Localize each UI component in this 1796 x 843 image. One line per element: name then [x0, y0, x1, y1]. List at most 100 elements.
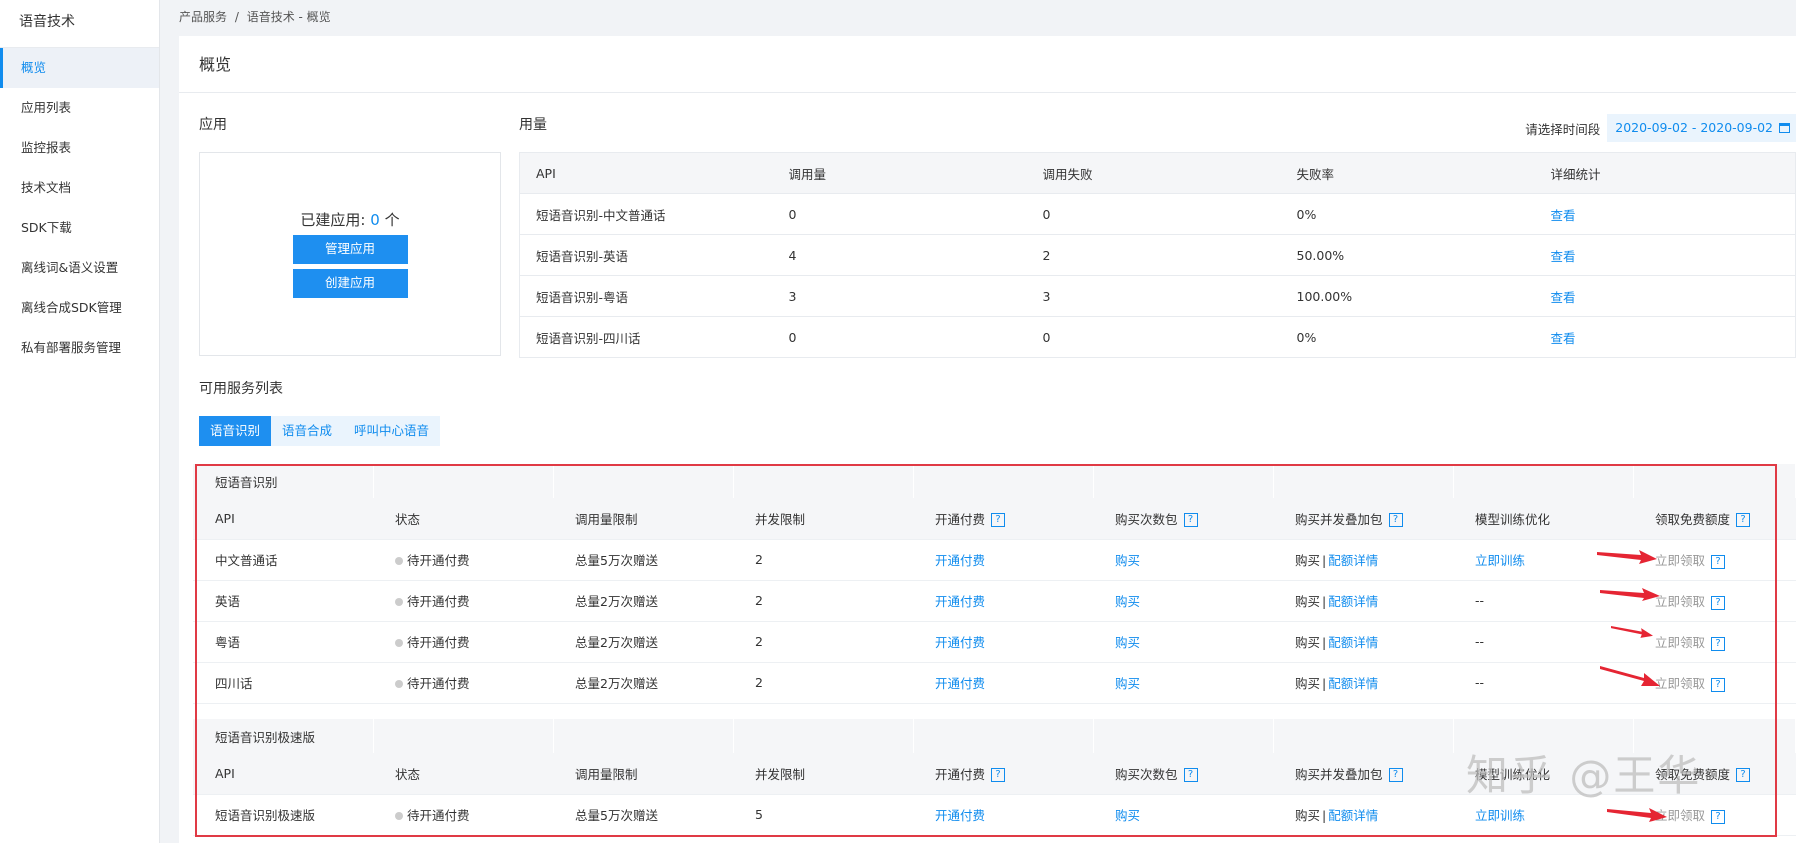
view-detail-link[interactable]: 查看: [1551, 290, 1576, 305]
help-icon[interactable]: ?: [991, 513, 1006, 528]
svc-col-train: 模型训练优化: [1453, 498, 1633, 540]
service-header-row: API 状态 调用量限制 并发限制 开通付费? 购买次数包? 购买并发叠加包? …: [193, 753, 1796, 795]
view-detail-link[interactable]: 查看: [1551, 331, 1576, 346]
svc-limit: 总量2万次赠送: [553, 662, 733, 704]
help-icon[interactable]: ?: [1388, 513, 1403, 528]
enable-payment-link[interactable]: 开通付费: [935, 553, 985, 568]
enable-payment-link[interactable]: 开通付费: [935, 635, 985, 650]
sidebar: 语音技术 概览 应用列表 监控报表 技术文档 SDK下载 离线词&语义设置 离线…: [0, 0, 160, 843]
quota-detail-link[interactable]: 配额详情: [1328, 808, 1378, 823]
help-icon[interactable]: ?: [1711, 636, 1726, 651]
sidebar-item-tech-docs[interactable]: 技术文档: [0, 168, 159, 208]
buy-concurrency-link[interactable]: 购买: [1295, 553, 1320, 568]
enable-payment-link[interactable]: 开通付费: [935, 808, 985, 823]
quota-detail-link[interactable]: 配额详情: [1328, 635, 1378, 650]
svc-col-pay: 开通付费: [935, 511, 986, 527]
sidebar-item-private-deploy[interactable]: 私有部署服务管理: [0, 328, 159, 368]
manage-app-button[interactable]: 管理应用: [292, 235, 408, 264]
date-range-input[interactable]: 2020-09-02 - 2020-09-02: [1607, 114, 1796, 142]
svc-limit: 总量5万次赠送: [553, 794, 733, 836]
claim-now-link[interactable]: 立即领取: [1655, 676, 1705, 691]
sidebar-item-offline-words[interactable]: 离线词&语义设置: [0, 248, 159, 288]
claim-now-link[interactable]: 立即领取: [1655, 553, 1705, 568]
buy-pack-link[interactable]: 购买: [1115, 594, 1140, 609]
svc-status: 待开通付费: [407, 594, 470, 609]
service-group-title: 短语音识别: [193, 464, 374, 498]
svc-col-buy-concurrency: 购买并发叠加包: [1295, 766, 1383, 782]
red-arrow-icon: [1607, 808, 1667, 822]
app-count: 已建应用: 0 个: [200, 209, 500, 230]
tab-speech-recognition[interactable]: 语音识别: [199, 416, 272, 446]
svc-concurrency: 2: [733, 621, 913, 663]
buy-concurrency-link[interactable]: 购买: [1295, 808, 1320, 823]
buy-pack-link[interactable]: 购买: [1115, 553, 1140, 568]
create-app-button[interactable]: 创建应用: [292, 269, 408, 298]
status-dot-icon: [395, 598, 403, 606]
help-icon[interactable]: ?: [1388, 768, 1403, 783]
buy-concurrency-link[interactable]: 购买: [1295, 676, 1320, 691]
service-table-wrapper: 短语音识别 API 状态 调用量限制 并发限制 开通付费? 购买次数包? 购买并…: [193, 464, 1796, 843]
enable-payment-link[interactable]: 开通付费: [935, 676, 985, 691]
service-tabs: 语音识别 语音合成 呼叫中心语音: [199, 416, 441, 446]
help-icon[interactable]: ?: [1711, 554, 1726, 569]
table-row: 英语 待开通付费 总量2万次赠送 2 开通付费 购买 购买 | 配额详情 -- 立即…: [193, 580, 1796, 622]
app-count-prefix: 已建应用:: [300, 211, 371, 229]
help-icon[interactable]: ?: [1183, 768, 1198, 783]
buy-concurrency-link[interactable]: 购买: [1295, 635, 1320, 650]
breadcrumb-parent[interactable]: 产品服务: [179, 10, 227, 24]
breadcrumb-separator: /: [234, 10, 239, 24]
claim-now-link[interactable]: 立即领取: [1655, 594, 1705, 609]
help-icon[interactable]: ?: [1736, 513, 1751, 528]
status-dot-icon: [395, 680, 403, 688]
services-section-label: 可用服务列表: [199, 381, 283, 397]
tab-speech-synthesis[interactable]: 语音合成: [271, 416, 344, 446]
usage-rate: 100.00%: [1280, 275, 1535, 317]
svc-col-concurrency: 并发限制: [733, 498, 913, 540]
usage-table: API 调用量 调用失败 失败率 详细统计 短语音识别-中文普通话 0 0 0%…: [519, 152, 1796, 358]
service-group-header: 短语音识别极速版: [193, 719, 1796, 753]
sidebar-item-offline-tts-sdk[interactable]: 离线合成SDK管理: [0, 288, 159, 328]
usage-fails: 0: [1026, 193, 1281, 235]
help-icon[interactable]: ?: [1711, 595, 1726, 610]
sidebar-item-overview[interactable]: 概览: [0, 48, 159, 88]
svc-col-buy-pack: 购买次数包: [1115, 766, 1178, 782]
train-now-link[interactable]: 立即训练: [1475, 553, 1525, 568]
svc-api: 短语音识别极速版: [193, 794, 373, 836]
quota-detail-link[interactable]: 配额详情: [1328, 594, 1378, 609]
view-detail-link[interactable]: 查看: [1551, 208, 1576, 223]
buy-pack-link[interactable]: 购买: [1115, 635, 1140, 650]
table-row: 中文普通话 待开通付费 总量5万次赠送 2 开通付费 购买 购买 | 配额详情 立即…: [193, 539, 1796, 581]
help-icon[interactable]: ?: [1183, 513, 1198, 528]
usage-calls: 4: [772, 234, 1027, 276]
help-icon[interactable]: ?: [1711, 677, 1726, 692]
claim-now-link[interactable]: 立即领取: [1655, 635, 1705, 650]
quota-detail-link[interactable]: 配额详情: [1328, 553, 1378, 568]
buy-concurrency-link[interactable]: 购买: [1295, 594, 1320, 609]
enable-payment-link[interactable]: 开通付费: [935, 594, 985, 609]
svc-concurrency: 2: [733, 580, 913, 622]
quota-detail-link[interactable]: 配额详情: [1328, 676, 1378, 691]
breadcrumb-current: 语音技术 - 概览: [246, 10, 331, 24]
table-row: 短语音识别-粤语 3 3 100.00% 查看: [519, 275, 1796, 317]
sidebar-item-monitor-report[interactable]: 监控报表: [0, 128, 159, 168]
svc-status: 待开通付费: [407, 553, 470, 568]
svc-api: 中文普通话: [193, 539, 373, 581]
usage-calls: 0: [772, 316, 1027, 358]
help-icon[interactable]: ?: [991, 768, 1006, 783]
svc-status: 待开通付费: [407, 635, 470, 650]
train-now-link[interactable]: 立即训练: [1475, 808, 1525, 823]
help-icon[interactable]: ?: [1736, 768, 1751, 783]
buy-pack-link[interactable]: 购买: [1115, 676, 1140, 691]
breadcrumb: 产品服务 / 语音技术 - 概览: [179, 0, 335, 36]
red-arrow-icon: [1597, 550, 1657, 564]
calendar-icon: [1779, 123, 1790, 133]
sidebar-item-sdk-download[interactable]: SDK下载: [0, 208, 159, 248]
sidebar-item-app-list[interactable]: 应用列表: [0, 88, 159, 128]
help-icon[interactable]: ?: [1711, 809, 1726, 824]
svc-limit: 总量2万次赠送: [553, 621, 733, 663]
buy-pack-link[interactable]: 购买: [1115, 808, 1140, 823]
usage-fails: 3: [1026, 275, 1281, 317]
svc-col-free-quota: 领取免费额度: [1655, 511, 1731, 527]
tab-call-center-speech[interactable]: 呼叫中心语音: [343, 416, 441, 446]
view-detail-link[interactable]: 查看: [1551, 249, 1576, 264]
